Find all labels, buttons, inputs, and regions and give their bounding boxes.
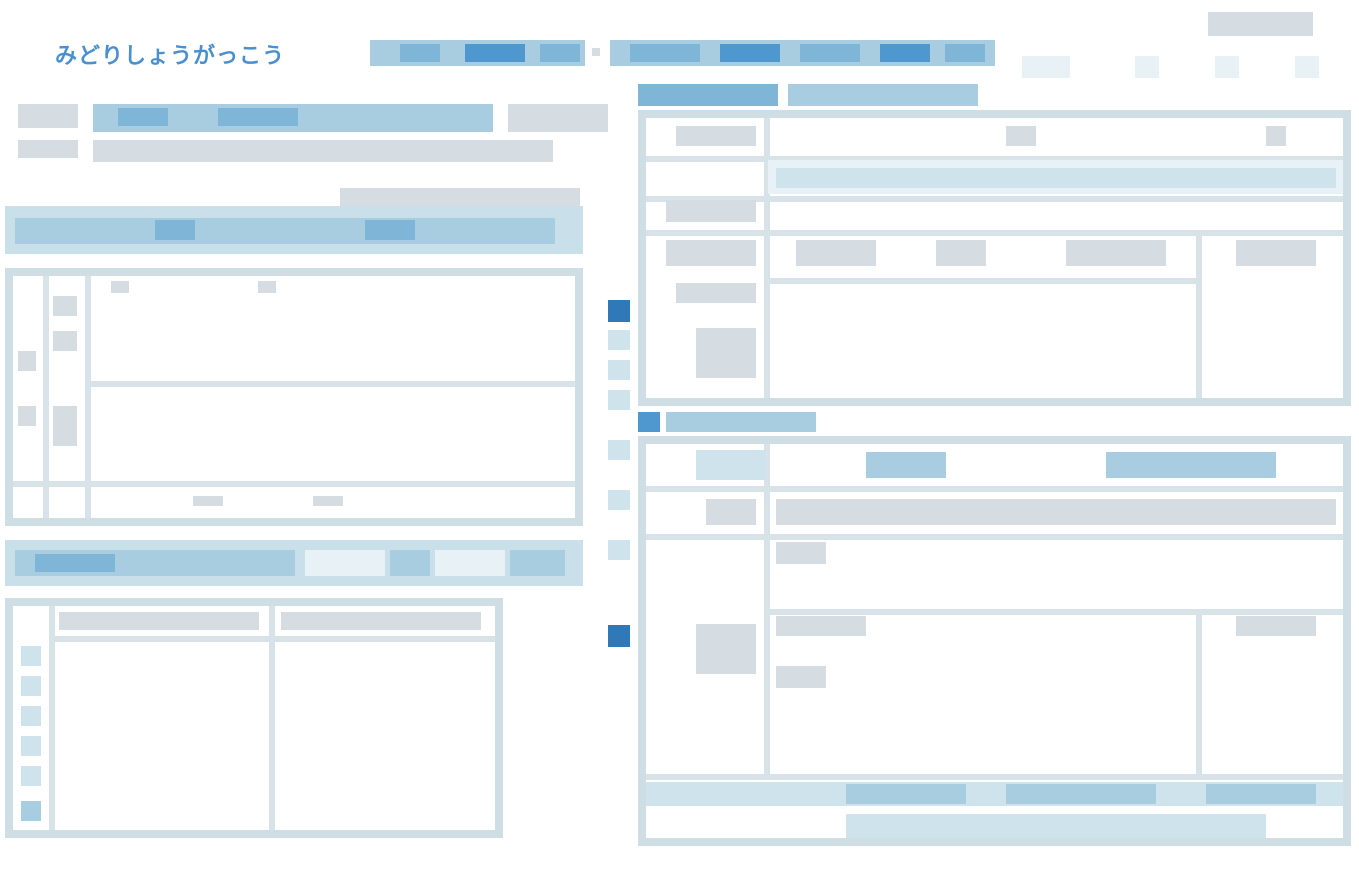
right-panel-2-title <box>638 410 818 434</box>
school-name: みどりしょうがっこう <box>55 44 286 69</box>
right-panel-1 <box>638 110 1351 406</box>
intro-text-block <box>18 104 608 164</box>
side-marker-column <box>600 290 640 670</box>
left-panel-2 <box>5 598 503 838</box>
top-right-marker-3 <box>1215 56 1239 78</box>
top-right-marker-2 <box>1135 56 1159 78</box>
right-panel-1-title <box>638 84 978 108</box>
top-right-marker-4 <box>1295 56 1319 78</box>
left-panel-2-header <box>5 540 583 586</box>
left-panel-1-caption <box>340 188 580 206</box>
right-panel-2 <box>638 436 1351 846</box>
left-panel-1 <box>5 268 583 526</box>
top-right-label <box>1208 12 1313 36</box>
document-page: みどりしょうがっこう <box>0 0 1359 869</box>
document-title-band <box>370 34 995 72</box>
top-right-marker-1 <box>1022 56 1070 78</box>
left-panel-1-header <box>5 206 583 254</box>
